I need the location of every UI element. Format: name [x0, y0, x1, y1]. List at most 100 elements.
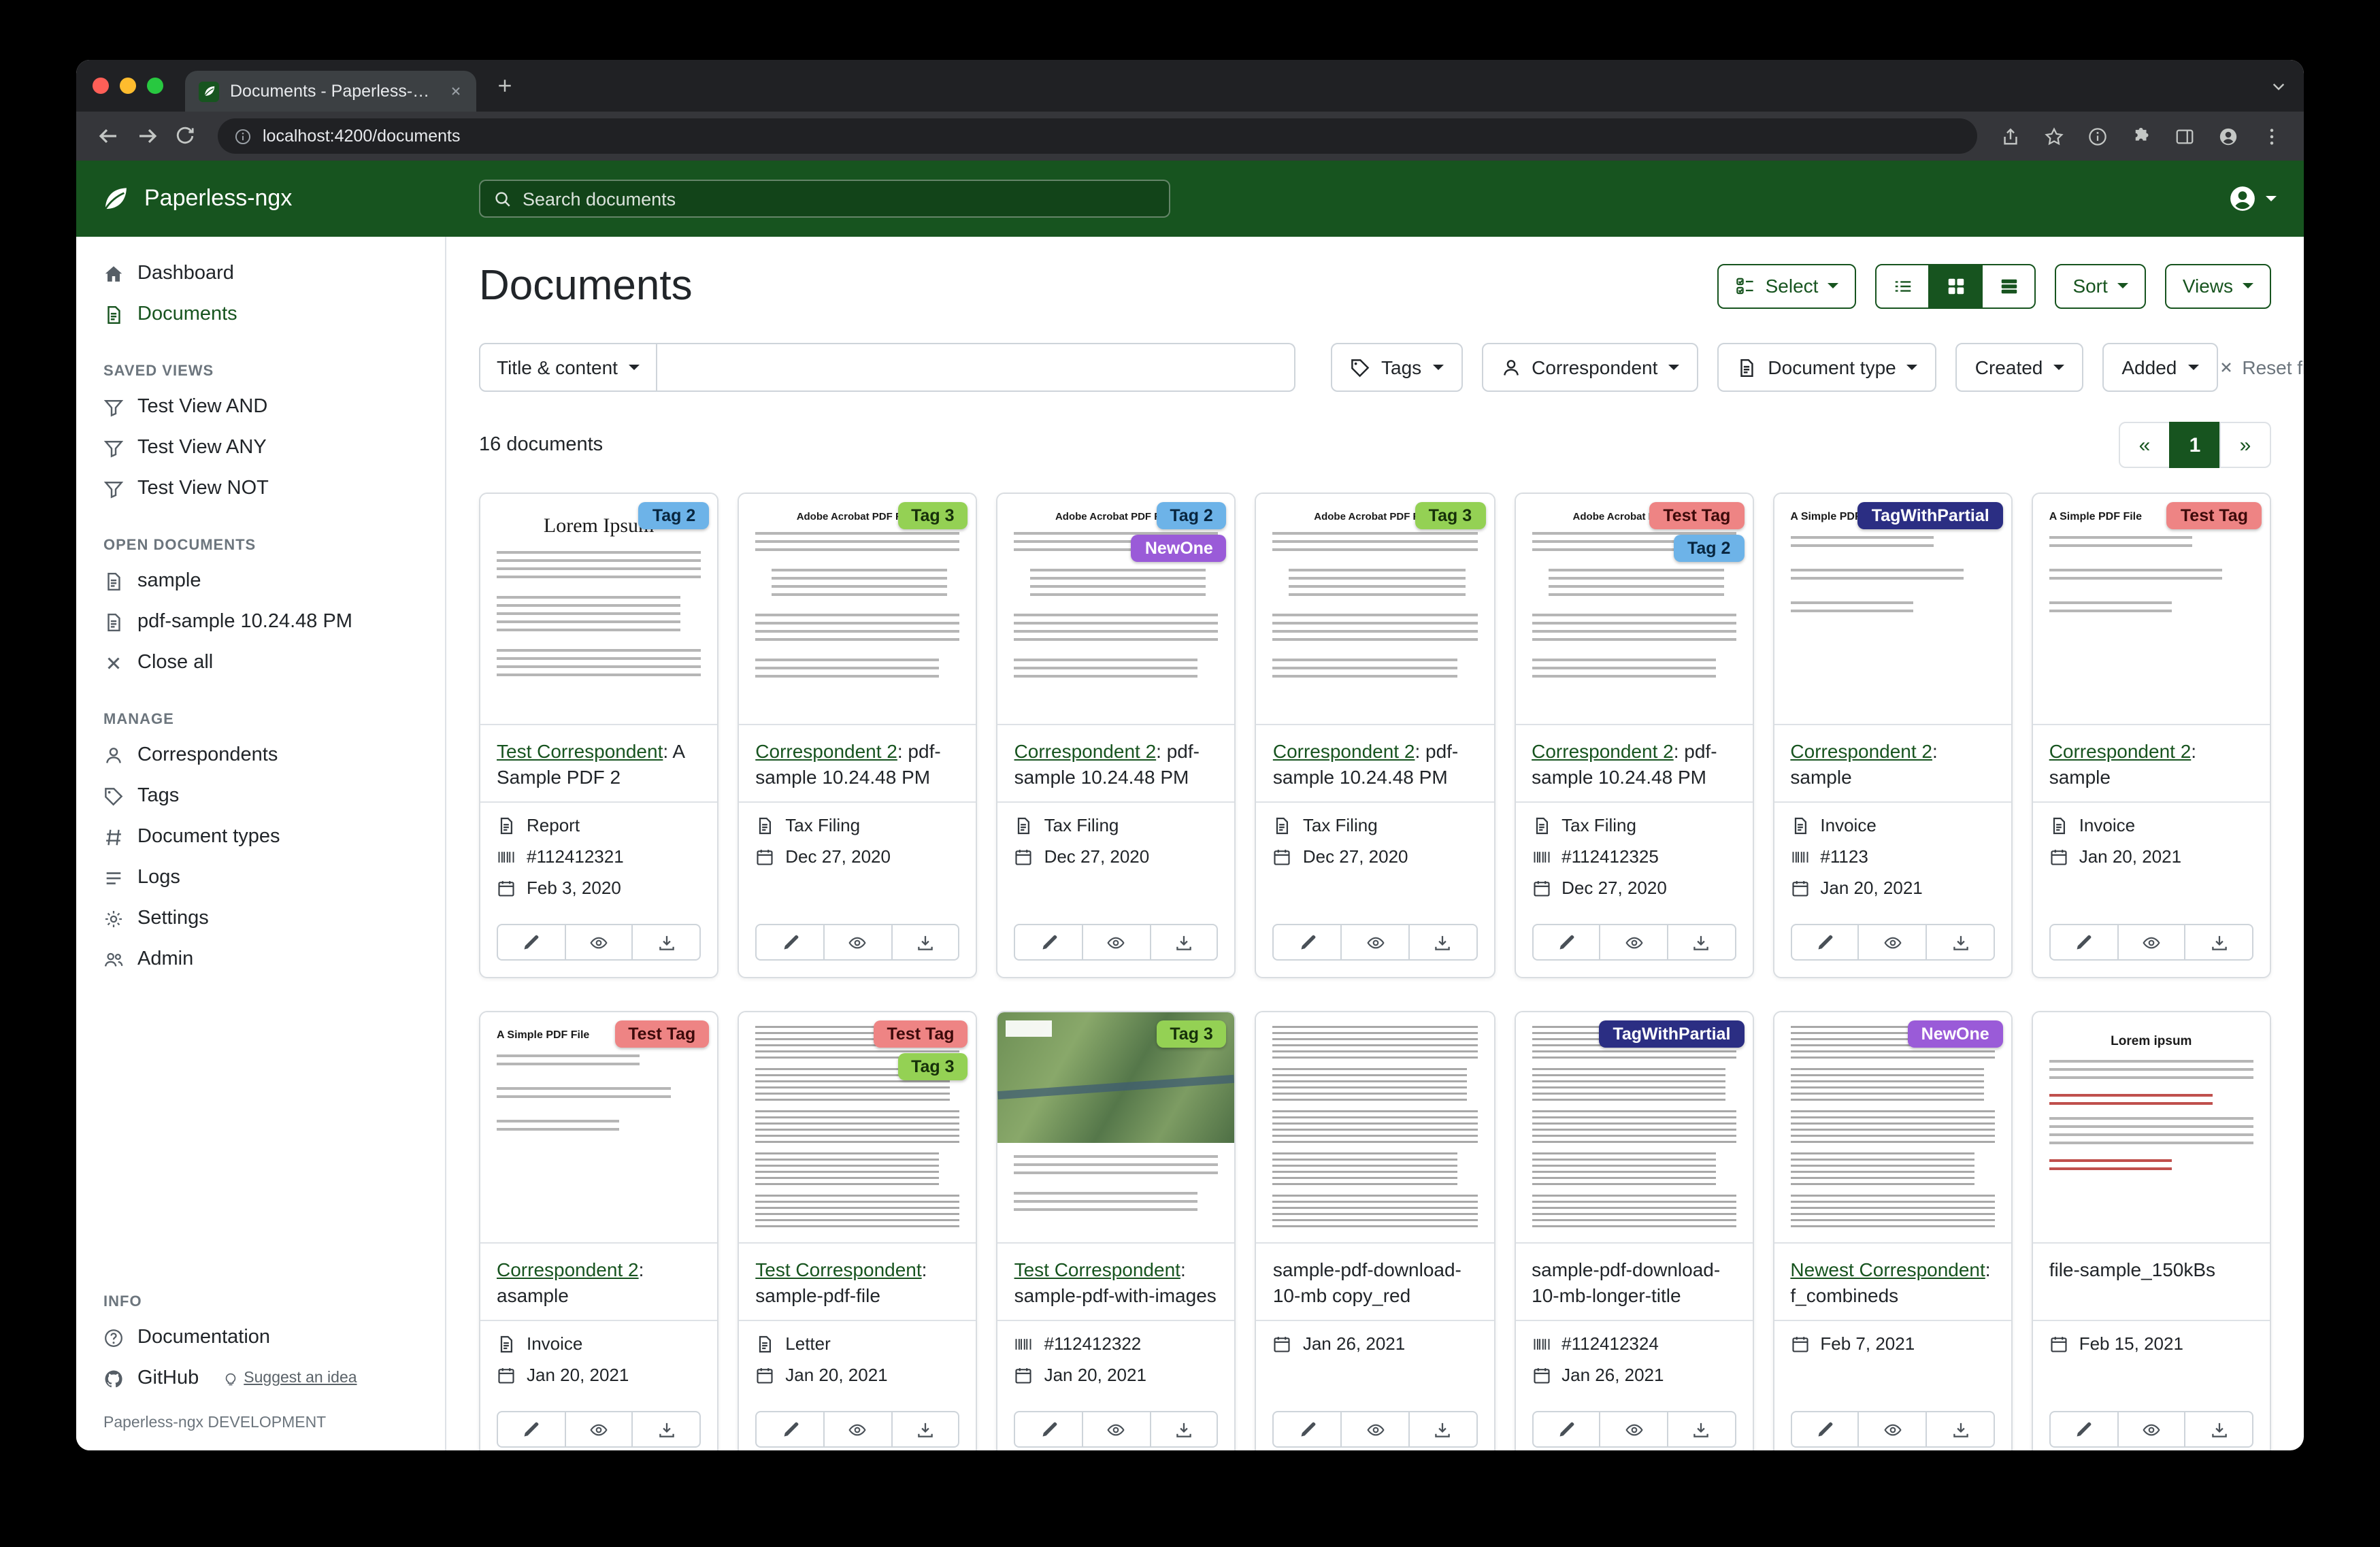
tag-badge[interactable]: Test Tag: [1649, 502, 1744, 529]
extensions-icon[interactable]: [2121, 117, 2160, 155]
view-button[interactable]: [1858, 1411, 1927, 1448]
document-thumbnail[interactable]: Adobe Acrobat PDF FilesTag 3: [1257, 494, 1493, 725]
view-button[interactable]: [1858, 924, 1927, 961]
view-button[interactable]: [1082, 1411, 1151, 1448]
view-button[interactable]: [1082, 924, 1151, 961]
forward-button[interactable]: [128, 117, 166, 155]
filter-created-button[interactable]: Created: [1956, 343, 2084, 392]
sidebar-item-admin[interactable]: Admin: [76, 939, 445, 980]
document-thumbnail[interactable]: Adobe Acrobat PDF FilesTag 3: [739, 494, 976, 725]
correspondent-link[interactable]: Test Correspondent: [1014, 1259, 1180, 1280]
correspondent-link[interactable]: Correspondent 2: [755, 740, 897, 762]
sort-button[interactable]: Sort: [2055, 263, 2145, 308]
download-button[interactable]: [632, 1411, 701, 1448]
document-thumbnail[interactable]: A Simple PDF FileTagWithPartial: [1774, 494, 2011, 725]
profile-avatar[interactable]: [2209, 117, 2247, 155]
tab-search-icon[interactable]: [2270, 77, 2287, 95]
correspondent-link[interactable]: Test Correspondent: [497, 740, 663, 762]
sidebar-item-documents[interactable]: Documents: [76, 294, 445, 335]
tag-badge[interactable]: Test Tag: [873, 1020, 968, 1048]
correspondent-link[interactable]: Correspondent 2: [1532, 740, 1674, 762]
sidebar-item-dashboard[interactable]: Dashboard: [76, 253, 445, 294]
back-button[interactable]: [90, 117, 128, 155]
next-page-button[interactable]: »: [2219, 422, 2271, 468]
side-panel-icon[interactable]: [2165, 117, 2203, 155]
views-button[interactable]: Views: [2165, 263, 2271, 308]
document-thumbnail[interactable]: Lorem IpsumTag 2: [480, 494, 717, 725]
document-thumbnail[interactable]: Test TagTag 3: [739, 1012, 976, 1244]
edit-button[interactable]: [1532, 924, 1600, 961]
new-tab-button[interactable]: [495, 76, 514, 95]
prev-page-button[interactable]: «: [2119, 422, 2170, 468]
edit-button[interactable]: [1014, 924, 1083, 961]
correspondent-link[interactable]: Correspondent 2: [2049, 740, 2192, 762]
app-brand[interactable]: Paperless-ngx: [76, 184, 446, 214]
view-button[interactable]: [823, 1411, 892, 1448]
edit-button[interactable]: [1532, 1411, 1600, 1448]
edit-button[interactable]: [1014, 1411, 1083, 1448]
correspondent-link[interactable]: Newest Correspondent: [1790, 1259, 1985, 1280]
user-menu-button[interactable]: [2228, 184, 2277, 214]
sidebar-item-documentation[interactable]: Documentation: [76, 1317, 445, 1358]
suggest-an-idea-link[interactable]: Suggest an idea: [223, 1370, 357, 1386]
edit-button[interactable]: [1273, 1411, 1342, 1448]
download-button[interactable]: [1408, 1411, 1477, 1448]
sidebar-item-tags[interactable]: Tags: [76, 776, 445, 816]
sidebar-item-settings[interactable]: Settings: [76, 898, 445, 939]
correspondent-link[interactable]: Correspondent 2: [1273, 740, 1415, 762]
correspondent-link[interactable]: Correspondent 2: [1014, 740, 1157, 762]
edit-button[interactable]: [755, 924, 824, 961]
browser-menu-icon[interactable]: [2252, 117, 2290, 155]
download-button[interactable]: [891, 1411, 959, 1448]
view-button[interactable]: [2117, 924, 2185, 961]
sidebar-item-pdf-sample-10-24-48-pm[interactable]: pdf-sample 10.24.48 PM: [76, 601, 445, 642]
select-button[interactable]: Select: [1718, 263, 1857, 308]
tag-badge[interactable]: Tag 2: [639, 502, 709, 529]
filter-field-selector[interactable]: Title & content: [479, 343, 657, 392]
download-button[interactable]: [1926, 924, 1994, 961]
bookmark-star-icon[interactable]: [2034, 117, 2072, 155]
edit-button[interactable]: [1790, 924, 1859, 961]
correspondent-link[interactable]: Test Correspondent: [755, 1259, 921, 1280]
tab-close-icon[interactable]: [449, 84, 463, 98]
download-button[interactable]: [1667, 1411, 1736, 1448]
filter-query-input[interactable]: [657, 343, 1295, 392]
view-button[interactable]: [2117, 1411, 2185, 1448]
correspondent-link[interactable]: Correspondent 2: [497, 1259, 639, 1280]
filter-correspondent-button[interactable]: Correspondent: [1481, 343, 1698, 392]
address-bar[interactable]: localhost:4200/documents: [218, 118, 1977, 154]
sidebar-item-test-view-any[interactable]: Test View ANY: [76, 427, 445, 468]
reset-filters-button[interactable]: Reset filters: [2217, 356, 2304, 378]
download-button[interactable]: [1408, 924, 1477, 961]
filter-added-button[interactable]: Added: [2102, 343, 2217, 392]
display-mode-small-cards-button[interactable]: [1928, 263, 1983, 308]
download-button[interactable]: [1926, 1411, 1994, 1448]
share-icon[interactable]: [1991, 117, 2029, 155]
document-thumbnail[interactable]: A Simple PDF FileTest Tag: [2033, 494, 2270, 725]
tag-badge[interactable]: Tag 2: [1674, 535, 1744, 562]
page-1-button[interactable]: 1: [2169, 422, 2221, 468]
view-button[interactable]: [1340, 1411, 1409, 1448]
correspondent-link[interactable]: Correspondent 2: [1790, 740, 1932, 762]
site-info-icon[interactable]: [234, 127, 252, 145]
view-button[interactable]: [564, 924, 633, 961]
view-button[interactable]: [823, 924, 892, 961]
tag-badge[interactable]: Tag 3: [1415, 502, 1485, 529]
view-button[interactable]: [564, 1411, 633, 1448]
filter-document-type-button[interactable]: Document type: [1717, 343, 1936, 392]
tag-badge[interactable]: Tag 2: [1156, 502, 1226, 529]
tag-badge[interactable]: NewOne: [1908, 1020, 2003, 1048]
view-button[interactable]: [1340, 924, 1409, 961]
reload-button[interactable]: [166, 117, 204, 155]
sidebar-item-github[interactable]: GitHubSuggest an idea: [76, 1358, 445, 1399]
tag-badge[interactable]: TagWithPartial: [1599, 1020, 1744, 1048]
edit-button[interactable]: [497, 1411, 565, 1448]
close-window-button[interactable]: [93, 78, 109, 94]
document-thumbnail[interactable]: [1257, 1012, 1493, 1244]
download-button[interactable]: [891, 924, 959, 961]
minimize-window-button[interactable]: [120, 78, 136, 94]
download-button[interactable]: [1149, 924, 1218, 961]
download-button[interactable]: [2185, 1411, 2253, 1448]
document-thumbnail[interactable]: Adobe Acrobat PDF FilesTag 2NewOne: [998, 494, 1235, 725]
sidebar-item-test-view-not[interactable]: Test View NOT: [76, 468, 445, 509]
